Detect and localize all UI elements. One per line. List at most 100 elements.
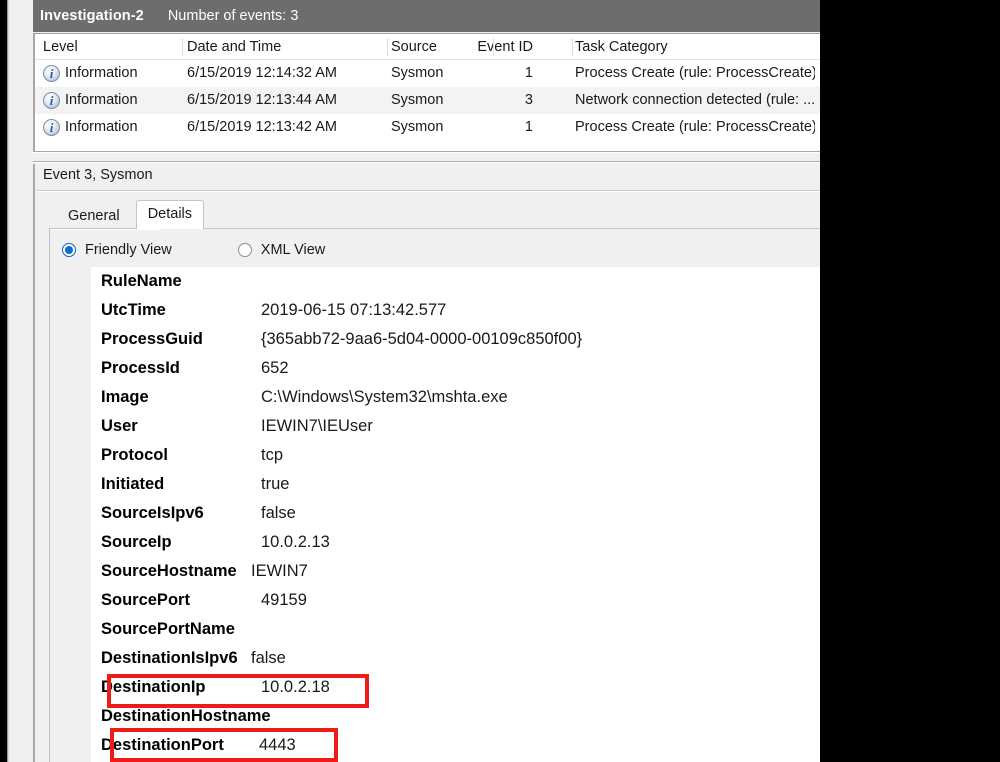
table-row[interactable]: Information 6/15/2019 12:13:42 AM Sysmon 1 P… [35, 114, 820, 141]
cell-level: Information [65, 119, 138, 135]
radio-label: XML View [260, 242, 326, 258]
cell-event-id: 1 [524, 119, 533, 135]
panel-splitter[interactable] [19, 151, 820, 164]
field-row: SourceHostname IEWIN7 [91, 557, 820, 586]
column-divider[interactable] [493, 38, 494, 56]
radio-label: Friendly View [85, 242, 172, 258]
column-header-date-and-time[interactable]: Date and Time [187, 34, 387, 60]
event-details-panel: Event 3, Sysmon General Details Friendly … [33, 164, 820, 762]
field-value-processguid: {365abb72-9aa6-5d04-0000-00109c850f00} [261, 330, 583, 348]
cell-event-id: 1 [524, 65, 533, 81]
investigation-title: Investigation-2 [40, 8, 144, 24]
events-list-header: Level Date and Time Source Event ID Task Cat… [35, 34, 820, 60]
radio-friendly-view[interactable]: Friendly View [62, 242, 172, 258]
field-value-user: IEWIN7\IEUser [261, 417, 373, 435]
field-label-user: User [101, 417, 138, 435]
cell-date-time: 6/15/2019 12:13:44 AM [187, 92, 337, 108]
field-row: ProcessGuid {365abb72-9aa6-5d04-0000-0010… [91, 325, 820, 354]
field-value-sourceisipv6: false [261, 504, 296, 522]
cell-event-id: 3 [524, 92, 533, 108]
field-label-processguid: ProcessGuid [101, 330, 203, 348]
event-viewer-window: Investigation-2 Number of events: 3 Leve… [7, 0, 820, 762]
cell-task-category: Network connection detected (rule: ... [575, 92, 815, 108]
field-label-image: Image [101, 388, 149, 406]
information-icon [43, 65, 60, 82]
radio-button-icon[interactable] [237, 243, 252, 257]
caption-divider [37, 191, 820, 192]
tab-body-top-mask [50, 229, 160, 230]
cell-source: Sysmon [391, 65, 444, 81]
field-row: UtcTime 2019-06-15 07:13:42.577 [91, 296, 820, 325]
field-value-sourcehostname: IEWIN7 [251, 562, 308, 580]
field-label-utctime: UtcTime [101, 301, 166, 319]
events-list-rows: Information 6/15/2019 12:14:32 AM Sysmon 1 P… [35, 60, 820, 141]
field-label-sourceport: SourcePort [101, 591, 190, 609]
event-fields-area: RuleName UtcTime 2019-06-15 07:13:42.577 Pr… [91, 267, 820, 762]
field-value-destinationisipv6: false [251, 649, 286, 667]
field-value-initiated: true [261, 475, 290, 493]
event-details-caption: Event 3, Sysmon [43, 167, 153, 183]
field-label-processid: ProcessId [101, 359, 180, 377]
field-label-initiated: Initiated [101, 475, 165, 493]
field-row: RuleName [91, 267, 820, 296]
cell-source: Sysmon [391, 92, 444, 108]
cell-task-category: Process Create (rule: ProcessCreate) [575, 119, 815, 135]
splitter-line [33, 162, 820, 163]
radio-button-icon[interactable] [62, 243, 76, 257]
window-frame-edge [9, 0, 10, 762]
field-value-sourceport: 49159 [261, 591, 307, 609]
information-icon [43, 119, 60, 136]
splitter-line [33, 152, 820, 153]
field-row: ProcessId 652 [91, 354, 820, 383]
column-divider[interactable] [572, 38, 573, 56]
column-header-event-id[interactable]: Event ID [455, 34, 533, 60]
events-list-panel: Level Date and Time Source Event ID Task Cat… [33, 33, 820, 151]
field-label-sourceip: SourceIp [101, 533, 172, 551]
event-count-label: Number of events: 3 [167, 8, 299, 24]
field-label-sourceportname: SourcePortName [101, 620, 235, 638]
field-value-utctime: 2019-06-15 07:13:42.577 [261, 301, 447, 319]
column-divider[interactable] [387, 38, 388, 56]
investigation-title-bar: Investigation-2 Number of events: 3 [33, 0, 820, 32]
field-label-protocol: Protocol [101, 446, 168, 464]
field-row: SourcePortName [91, 615, 820, 644]
field-value-sourceip: 10.0.2.13 [261, 533, 330, 551]
cell-date-time: 6/15/2019 12:13:42 AM [187, 119, 337, 135]
cell-level: Information [65, 92, 138, 108]
cell-date-time: 6/15/2019 12:14:32 AM [187, 65, 337, 81]
field-row: User IEWIN7\IEUser [91, 412, 820, 441]
column-divider[interactable] [182, 38, 183, 56]
field-label-destinationip: DestinationIp [101, 678, 206, 696]
field-label-rulename: RuleName [101, 272, 182, 290]
field-row: DestinationIp 10.0.2.18 [91, 673, 820, 702]
field-value-processid: 652 [261, 359, 289, 377]
cell-task-category: Process Create (rule: ProcessCreate) [575, 65, 815, 81]
column-header-level[interactable]: Level [43, 34, 183, 60]
field-row: Image C:\Windows\System32\mshta.exe [91, 383, 820, 412]
field-row: DestinationIsIpv6 false [91, 644, 820, 673]
field-label-sourceisipv6: SourceIsIpv6 [101, 504, 204, 522]
table-row[interactable]: Information 6/15/2019 12:13:44 AM Sysmon 3 N… [35, 87, 820, 114]
cell-source: Sysmon [391, 119, 444, 135]
field-row: DestinationHostname [91, 702, 820, 731]
field-row: Initiated true [91, 470, 820, 499]
tab-details[interactable]: Details [135, 200, 205, 229]
field-row: Protocol tcp [91, 441, 820, 470]
cell-level: Information [65, 65, 138, 81]
radio-xml-view[interactable]: XML View [237, 242, 326, 258]
field-row: SourceIsIpv6 false [91, 499, 820, 528]
tab-general[interactable]: General [57, 203, 131, 229]
field-label-destinationhostname: DestinationHostname [101, 707, 271, 725]
field-value-image: C:\Windows\System32\mshta.exe [261, 388, 508, 406]
column-header-task-category[interactable]: Task Category [575, 34, 815, 60]
field-row: DestinationPort 4443 [91, 731, 820, 760]
information-icon [43, 92, 60, 109]
column-header-source[interactable]: Source [391, 34, 451, 60]
field-row: SourceIp 10.0.2.13 [91, 528, 820, 557]
details-tab-body: Friendly View XML View RuleName UtcTime 201… [49, 228, 820, 762]
field-value-destinationip: 10.0.2.18 [261, 678, 330, 696]
field-row: SourcePort 49159 [91, 586, 820, 615]
field-value-protocol: tcp [261, 446, 284, 464]
table-row[interactable]: Information 6/15/2019 12:14:32 AM Sysmon 1 P… [35, 60, 820, 87]
field-value-destinationport: 4443 [259, 736, 296, 754]
